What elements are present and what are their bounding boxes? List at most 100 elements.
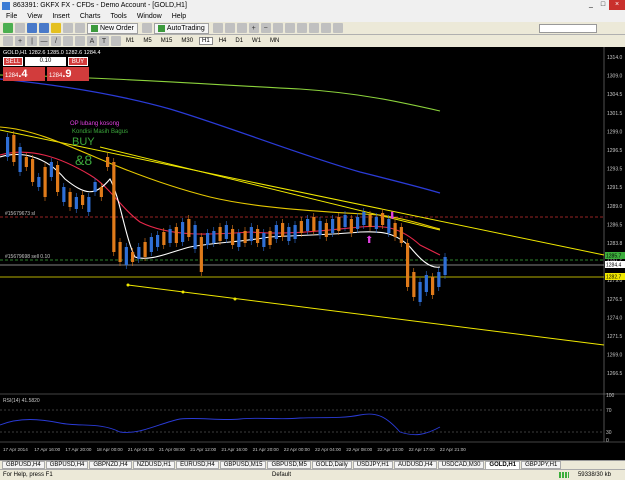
zoom-in-icon[interactable]: + [248,23,259,33]
tile-windows-icon[interactable] [272,23,283,33]
candle-body [206,233,210,245]
metaeditor-icon[interactable] [141,23,152,33]
channel-anchor-2[interactable] [181,290,185,294]
navigator-icon[interactable] [51,23,61,33]
price-axis-label: 1283.8 [607,241,623,247]
tf-m1[interactable]: M1 [123,37,137,45]
one-click-trading-panel: SELL 0.10 BUY 1284.4 1284.9 [3,57,89,82]
price-axis-label: 1299.0 [607,129,623,135]
glyph-annotation[interactable]: &8 [75,152,92,168]
tf-h1[interactable]: H1 [199,37,213,45]
fibonacci-icon[interactable] [75,36,85,46]
chart-tab[interactable]: USDJPY,H1 [352,461,394,469]
zoom-out-icon[interactable]: − [260,23,271,33]
new-order-button[interactable]: New Order [87,22,138,34]
tf-w1[interactable]: W1 [249,37,264,45]
candle-body [131,252,135,262]
candle-body [324,223,328,237]
tf-m5[interactable]: M5 [140,37,154,45]
candle-chart-icon[interactable] [224,23,235,33]
autoscroll-icon[interactable] [284,23,295,33]
arrows-icon[interactable] [111,36,121,46]
price-axis-label: 1271.5 [607,334,623,340]
time-axis-label: 22 Apr 08:00 [346,447,372,452]
tf-mn[interactable]: MN [267,37,282,45]
trendline-icon[interactable]: / [51,36,61,46]
channel-icon[interactable] [63,36,73,46]
sell-price[interactable]: 1284.4 [3,67,45,81]
candle-body [243,231,247,243]
minimize-button[interactable]: _ [585,0,597,10]
chart-tab[interactable]: AUDUSD,H4 [394,461,437,469]
main-toolbar: New Order AutoTrading + − [0,22,625,35]
chart-window[interactable]: #15679673 sl #15679698 sell 0.10 OP luba… [0,47,625,460]
menu-insert[interactable]: Insert [52,13,70,20]
price-chart[interactable]: #15679673 sl #15679698 sell 0.10 OP luba… [0,47,625,460]
close-button[interactable]: × [609,0,625,10]
candle-body [62,187,66,202]
channel-anchor-1[interactable] [126,283,130,287]
chart-tab[interactable]: GOLD,H1 [485,461,521,469]
price-axis-label: 1291.5 [607,185,623,191]
channel-anchor-3[interactable] [233,297,237,301]
candle-body [287,227,291,241]
tf-m30[interactable]: M30 [178,37,196,45]
cursor-icon[interactable] [3,36,13,46]
volume-input[interactable]: 0.10 [25,57,66,66]
menu-charts[interactable]: Charts [80,13,101,20]
menu-tools[interactable]: Tools [110,13,126,20]
tf-d1[interactable]: D1 [232,37,246,45]
chart-shift-icon[interactable] [296,23,307,33]
price-tag-1: 1285.7 [606,254,622,260]
chart-tab[interactable]: GBPNZD,H4 [89,461,132,469]
indicators-icon[interactable] [308,23,319,33]
menu-help[interactable]: Help [172,13,186,20]
channel-upper-line[interactable] [0,129,605,256]
tf-m15[interactable]: M15 [158,37,176,45]
chart-tab[interactable]: GBPUSD,M5 [267,461,311,469]
data-window-icon[interactable] [39,23,49,33]
buy-button[interactable]: BUY [68,57,88,66]
chart-tab[interactable]: GOLD,Daily [311,461,352,469]
rsi-axis-30: 30 [606,430,612,436]
price-axis-label: 1296.5 [607,148,623,154]
templates-icon[interactable] [332,23,343,33]
label-icon[interactable]: T [99,36,109,46]
chart-tab[interactable]: GBPUSD,H4 [2,461,45,469]
chart-tab[interactable]: EURUSD,H4 [176,461,219,469]
menu-file[interactable]: File [6,13,17,20]
time-axis-label: 21 Apr 12:00 [190,447,216,452]
buy-price[interactable]: 1284.9 [47,67,89,81]
chart-tab[interactable]: GBPUSD,H4 [45,461,89,469]
terminal-icon[interactable] [63,23,73,33]
kondisi-annotation[interactable]: Kondisi Masih Bagus [72,129,128,135]
buy-price-small: 1284 [49,73,63,79]
crosshair-icon[interactable]: + [15,36,25,46]
chart-tabs: GBPUSD,H4 GBPUSD,H4 GBPNZD,H4 NZDUSD,H1 EURU… [0,460,625,469]
periods-icon[interactable] [320,23,331,33]
vertical-line-icon[interactable]: | [27,36,37,46]
profiles-icon[interactable] [15,23,25,33]
channel-lower-line[interactable] [127,284,605,346]
chart-tab[interactable]: GBPJPY,H1 [521,461,562,469]
market-watch-icon[interactable] [27,23,37,33]
bar-chart-icon[interactable] [212,23,223,33]
tester-icon[interactable] [75,23,85,33]
sell-button[interactable]: SELL [3,57,23,66]
autotrading-button[interactable]: AutoTrading [153,22,209,34]
search-input[interactable] [539,24,597,33]
horizontal-line-icon[interactable]: — [39,36,49,46]
text-icon[interactable]: A [87,36,97,46]
new-chart-icon[interactable] [3,23,13,33]
chart-tab[interactable]: GBPUSD,M15 [219,461,267,469]
chart-tab[interactable]: NZDUSD,H1 [132,461,176,469]
line-chart-icon[interactable] [236,23,247,33]
op-annotation[interactable]: OP lubang kosong [70,121,119,127]
chart-tab[interactable]: USDCAD,M30 [437,461,485,469]
menu-window[interactable]: Window [137,13,162,20]
buy-annotation[interactable]: BUY [72,136,95,148]
tf-h4[interactable]: H4 [216,37,230,45]
candle-body [93,182,97,192]
menu-view[interactable]: View [27,13,42,20]
maximize-button[interactable]: □ [597,0,609,10]
